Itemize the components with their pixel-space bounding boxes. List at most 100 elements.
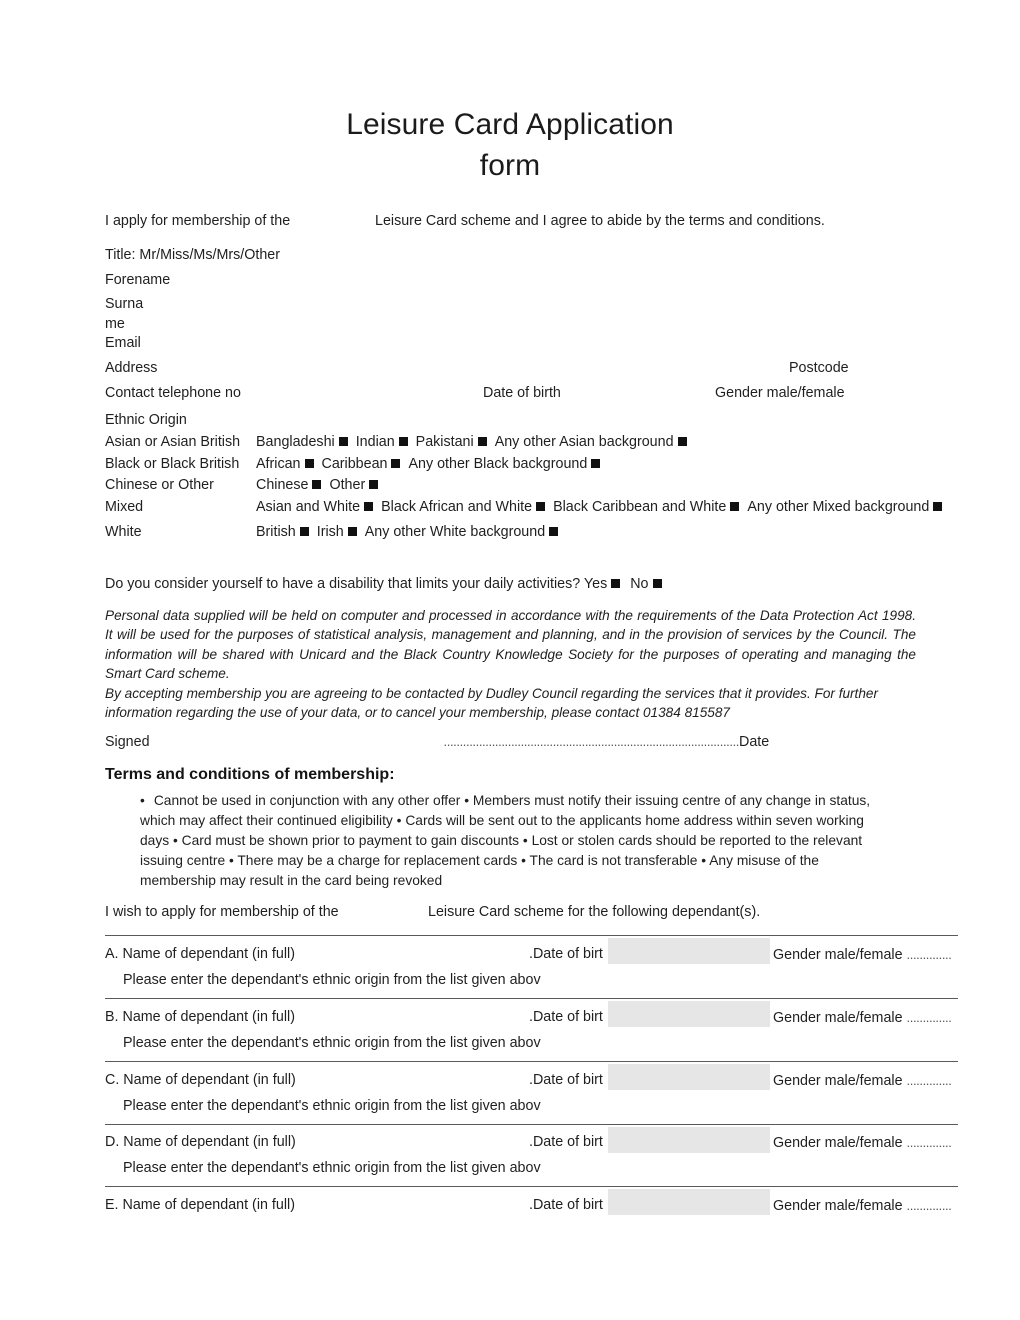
ethnic-option[interactable]: Black Caribbean and White [553,497,741,519]
ethnic-origin-group: Asian or Asian British Bangladeshi Indian P… [105,432,965,544]
ethnic-category-label: Chinese or Other [105,477,214,493]
checkbox-icon[interactable] [364,501,374,511]
ethnic-option-label: Caribbean [321,455,388,472]
terms-heading: Terms and conditions of membership: [105,766,395,783]
ethnic-option[interactable]: Pakistani [416,432,489,454]
dependant-name-label: Name of dependant (in full) [122,1197,295,1213]
dependant-gender-label: Gender male/female [773,947,903,963]
checkbox-icon[interactable] [477,437,487,446]
checkbox-icon[interactable] [398,437,408,446]
dependant-gender-cell: Gender male/female .............. [773,1008,952,1028]
checkbox-icon[interactable] [312,480,322,489]
checkbox-icon[interactable] [677,437,687,446]
dependant-name-label: Name of dependant (in full) [123,1134,296,1150]
signature-leader: ........................................… [443,734,740,749]
field-forename: Forename [105,272,171,288]
disability-yes-option[interactable]: Yes [584,576,622,592]
ethnic-row-chinese-other: Chinese or Other Chinese Other [105,475,965,497]
page-title: Leisure Card Application form [0,104,1020,186]
ethnic-option-label: British [256,524,296,540]
dependant-gender-label: Gender male/female [773,1073,903,1089]
ethnic-option[interactable]: Other [329,475,380,497]
field-contact-telephone: Contact telephone no [105,385,241,401]
ethnic-options: Asian and White Black African and White Bl… [256,497,950,519]
page-title-line-2: form [479,149,541,182]
dependant-dob-label: .Date of birt [529,1197,603,1213]
dob-input-shade[interactable] [608,1001,770,1027]
ethnic-option[interactable]: Bangladeshi [256,432,350,454]
ethnic-origin-heading: Ethnic Origin [105,412,187,428]
divider [105,935,958,936]
dependant-dob-label: .Date of birt [529,1134,603,1150]
checkbox-icon[interactable] [304,458,314,468]
intro-text-right: Leisure Card scheme and I agree to abide… [375,213,825,229]
checkbox-icon[interactable] [591,458,601,468]
ethnic-option[interactable]: Any other Mixed background [747,497,944,519]
checkbox-icon[interactable] [730,501,740,511]
dependant-gender-cell: Gender male/female .............. [773,945,952,965]
ethnic-option[interactable]: African [256,454,316,476]
field-title: Title: Mr/Miss/Ms/Mrs/Other [105,247,280,263]
ethnic-option-label: Pakistani [415,434,474,450]
ethnic-option[interactable]: Any other Black background [408,454,602,476]
ethnic-row-asian: Asian or Asian British Bangladeshi Indian P… [105,432,965,454]
ethnic-row-black: Black or Black British African Caribbean An… [105,454,965,476]
date-label: Date [739,734,770,750]
checkbox-icon[interactable] [536,501,546,511]
dependant-gender-cell: Gender male/female .............. [773,1133,952,1153]
dependants-intro-left: I wish to apply for membership of the [105,904,339,920]
divider [105,1186,958,1187]
ethnic-option[interactable]: British [256,522,311,544]
dependant-dob-label: .Date of birt [529,1009,603,1025]
ethnic-option-label: Chinese [256,477,309,493]
checkbox-icon[interactable] [652,579,662,588]
ethnic-option[interactable]: Any other Asian background [495,432,689,454]
ethnic-option-label: Other [329,477,366,493]
dependant-name-label: Name of dependant (in full) [122,1009,295,1025]
ethnic-option[interactable]: Black African and White [381,497,547,519]
checkbox-icon[interactable] [933,501,943,511]
dependant-dob-label: .Date of birt [529,1072,603,1088]
terms-bullet-icon: • [140,793,145,808]
checkbox-icon[interactable] [611,579,621,588]
checkbox-icon[interactable] [299,527,309,536]
ethnic-option[interactable]: Asian and White [256,497,375,519]
checkbox-icon[interactable] [549,527,559,536]
ethnic-option[interactable]: Caribbean [322,454,403,476]
ethnic-option-label: Asian and White [256,498,361,515]
dependant-gender-cell: Gender male/female .............. [773,1071,952,1091]
ethnic-option[interactable]: Indian [356,432,410,454]
privacy-notice: Personal data supplied will be held on c… [105,606,916,722]
ethnic-option-label: Black African and White [381,498,533,515]
dependant-ethnic-origin-note: Please enter the dependant's ethnic orig… [123,1035,541,1051]
dependant-letter: E. [105,1197,119,1213]
disability-question-label: Do you consider yourself to have a disab… [105,576,581,592]
dob-input-shade[interactable] [608,1127,770,1153]
dob-input-shade[interactable] [608,938,770,964]
ethnic-category-label: Asian or Asian British [105,434,241,450]
dependant-gender-label: Gender male/female [773,1010,903,1026]
field-surname-part2: me [105,316,125,332]
ethnic-option[interactable]: Any other White background [365,522,560,544]
checkbox-icon[interactable] [338,437,348,446]
terms-body: • Cannot be used in conjunction with any … [140,791,888,891]
dependant-letter: A. [105,946,119,962]
divider [105,1061,958,1062]
checkbox-icon[interactable] [391,458,401,468]
ethnic-option[interactable]: Irish [317,522,359,544]
checkbox-icon[interactable] [347,527,357,536]
dependant-gender-leader: .............. [906,1010,952,1025]
checkbox-icon[interactable] [369,480,379,489]
ethnic-category-label: Black or Black British [105,455,240,472]
dob-input-shade[interactable] [608,1064,770,1090]
ethnic-options: British Irish Any other White background [256,522,566,544]
dependant-letter: B. [105,1009,119,1025]
table-row: B. Name of dependant (in full) [105,1008,295,1027]
dependant-gender-label: Gender male/female [773,1198,903,1214]
field-email: Email [105,335,141,351]
page-title-line-1: Leisure Card Application [346,108,674,141]
ethnic-option[interactable]: Chinese [256,475,323,497]
disability-no-option[interactable]: No [630,576,663,592]
dob-input-shade[interactable] [608,1189,770,1215]
ethnic-category-label: Mixed [105,498,144,515]
